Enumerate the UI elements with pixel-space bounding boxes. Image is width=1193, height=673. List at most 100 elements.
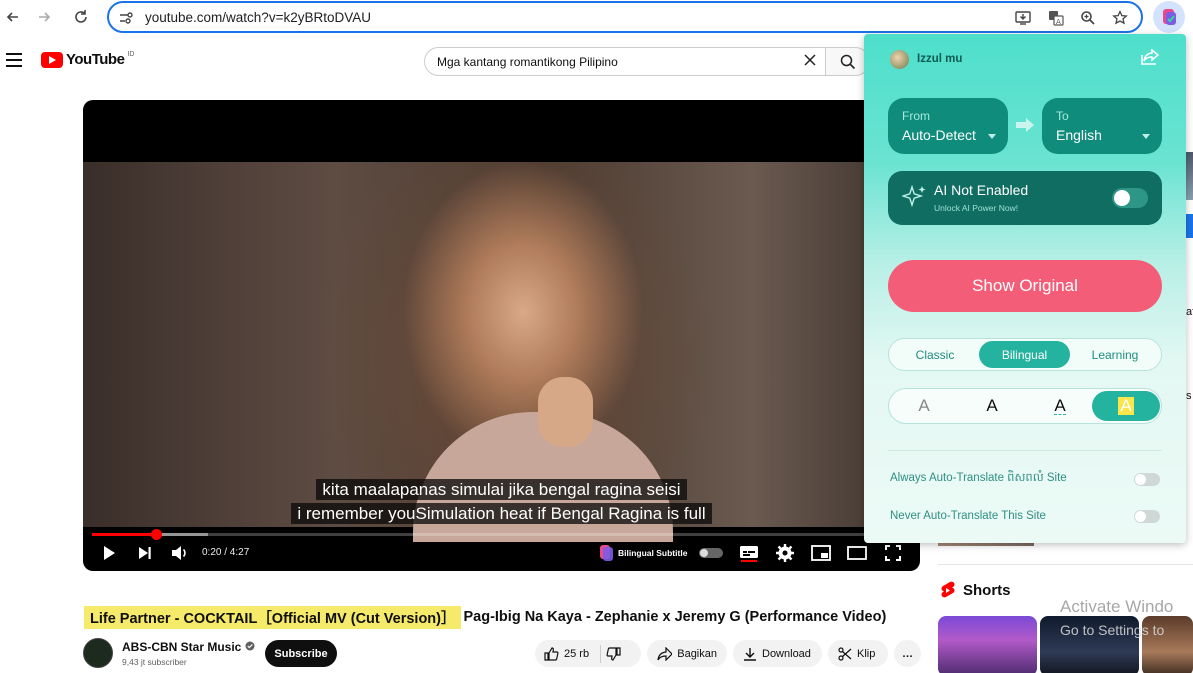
site-settings-icon[interactable] [115,7,137,29]
miniplayer-icon [811,545,831,561]
browser-toolbar: youtube.com/watch?v=k2yBRtoDVAU A [0,0,1193,34]
progress-bar[interactable] [92,529,911,540]
bilingual-subtitle-toggle[interactable] [699,548,723,558]
fullscreen-button[interactable] [881,543,905,563]
display-mode-selector: Classic Bilingual Learning [888,338,1162,371]
play-button[interactable] [97,543,121,563]
subscribe-button[interactable]: Subscribe [265,640,337,667]
bookmark-star-icon[interactable] [1109,7,1131,29]
video-title-translated: Life Partner - COCKTAIL［Official MV (Cut… [84,605,462,629]
download-button[interactable]: Download [733,640,822,667]
subscriber-count: 9,43 jt subscriber [122,657,187,667]
menu-icon[interactable] [6,53,22,67]
never-auto-translate-toggle[interactable] [1134,510,1160,523]
time-display: 0:20 / 4:27 [202,547,250,558]
volume-button[interactable] [168,543,192,563]
style-light[interactable]: A [890,391,958,421]
like-icon[interactable] [543,646,559,662]
verified-icon [245,641,255,651]
translate-page-icon[interactable]: A [1045,7,1067,29]
miniplayer-button[interactable] [809,543,833,563]
svg-text:A: A [1056,18,1061,26]
channel-name[interactable]: ABS-CBN Star Music [122,640,255,654]
video-title: Life Partner - COCKTAIL［Official MV (Cut… [84,605,887,629]
more-actions-button[interactable]: … [894,640,921,667]
search-query-text: Mga kantang romantikong Pilipino [437,55,618,69]
clear-search-icon[interactable] [802,52,822,72]
video-player[interactable]: kita maalapanas simulai jika bengal ragi… [83,100,920,571]
user-name: Izzul mu [917,53,963,65]
region-code: ID [127,51,135,58]
subtitle-original-line: kita maalapanas simulai jika bengal ragi… [83,479,920,500]
arrow-right-icon [1015,117,1035,138]
search-input[interactable]: Mga kantang romantikong Pilipino [424,47,826,76]
clip-button[interactable]: Klip [828,640,888,667]
sparkle-icon [902,185,926,208]
style-highlight[interactable]: A [1092,391,1160,421]
mode-learning[interactable]: Learning [1070,341,1160,368]
play-icon [104,546,115,560]
theater-mode-button[interactable] [845,543,869,563]
ai-toggle[interactable] [1112,188,1148,208]
settings-button[interactable] [773,543,797,563]
video-frame [83,162,920,542]
gear-icon [776,544,794,562]
theater-icon [847,546,867,560]
subtitles-icon [740,546,758,562]
bilingual-subtitle-logo-icon [595,543,619,563]
from-language-select[interactable]: From Auto-Detect [888,98,1008,154]
activate-windows-subtext: Go to Settings to [1060,622,1165,638]
next-button[interactable] [133,543,157,563]
to-language-select[interactable]: To English [1042,98,1162,154]
video-title-original: Pag-Ibig Na Kaya - Zephanie x Jeremy G (… [463,609,887,625]
reload-icon [75,10,87,23]
youtube-play-logo-icon [41,51,63,68]
share-icon [657,646,673,661]
url-text: youtube.com/watch?v=k2yBRtoDVAU [145,10,371,25]
user-avatar[interactable] [890,50,909,69]
forward-arrow-icon [39,12,51,22]
subtitles-button[interactable] [737,543,761,563]
open-external-icon[interactable] [1141,48,1161,69]
subtitle-style-selector: A A A A [888,388,1162,424]
style-regular[interactable]: A [958,391,1026,421]
progress-played [92,533,156,536]
channel-avatar[interactable] [83,638,113,668]
activate-windows-watermark: Activate Windo [1060,597,1174,616]
style-underline[interactable]: A [1026,391,1094,421]
address-bar[interactable]: youtube.com/watch?v=k2yBRtoDVAU A [107,1,1143,33]
reload-button[interactable] [68,4,94,30]
zoom-icon[interactable] [1077,7,1099,29]
dislike-icon[interactable] [606,646,622,662]
subtitle-translated-line: i remember youSimulation heat if Bengal … [83,503,920,524]
youtube-logo[interactable]: YouTube ID [41,51,134,68]
bilingual-subtitle-label: Bilingual Subtitle [618,548,688,558]
dropdown-caret-icon [1142,134,1150,139]
back-arrow-icon [6,12,18,22]
shorts-header: Shorts [940,581,1011,599]
always-auto-translate-toggle[interactable] [1134,473,1160,486]
progress-scrubber-handle[interactable] [150,529,162,540]
mode-classic[interactable]: Classic [891,341,979,368]
show-original-button[interactable]: Show Original [888,260,1162,312]
translator-extension-button[interactable] [1153,1,1185,33]
ai-unlock-link[interactable]: Unlock AI Power Now! [934,203,1018,213]
translator-popup: Izzul mu From Auto-Detect To English AI … [864,34,1186,543]
like-count: 25 rb [564,647,590,660]
like-dislike-group: 25 rb [535,640,641,667]
install-app-icon[interactable] [1012,7,1034,29]
ai-status-title: AI Not Enabled [934,182,1029,198]
never-auto-translate-label: Never Auto-Translate This Site [890,510,1046,522]
search-icon [840,54,855,69]
back-button[interactable] [0,4,26,30]
mode-bilingual[interactable]: Bilingual [979,341,1070,368]
shorts-icon [941,581,955,598]
screen: youtube.com/watch?v=k2yBRtoDVAU A YouTub… [0,0,1193,673]
short-thumbnail[interactable] [938,616,1037,673]
next-icon [139,547,151,559]
dropdown-caret-icon [988,134,996,139]
ai-panel: AI Not Enabled Unlock AI Power Now! [888,171,1162,225]
share-button[interactable]: Bagikan [647,640,727,667]
forward-button[interactable] [31,4,57,30]
always-auto-translate-label: Always Auto-Translate ពិសពលំ Site [890,472,1067,484]
